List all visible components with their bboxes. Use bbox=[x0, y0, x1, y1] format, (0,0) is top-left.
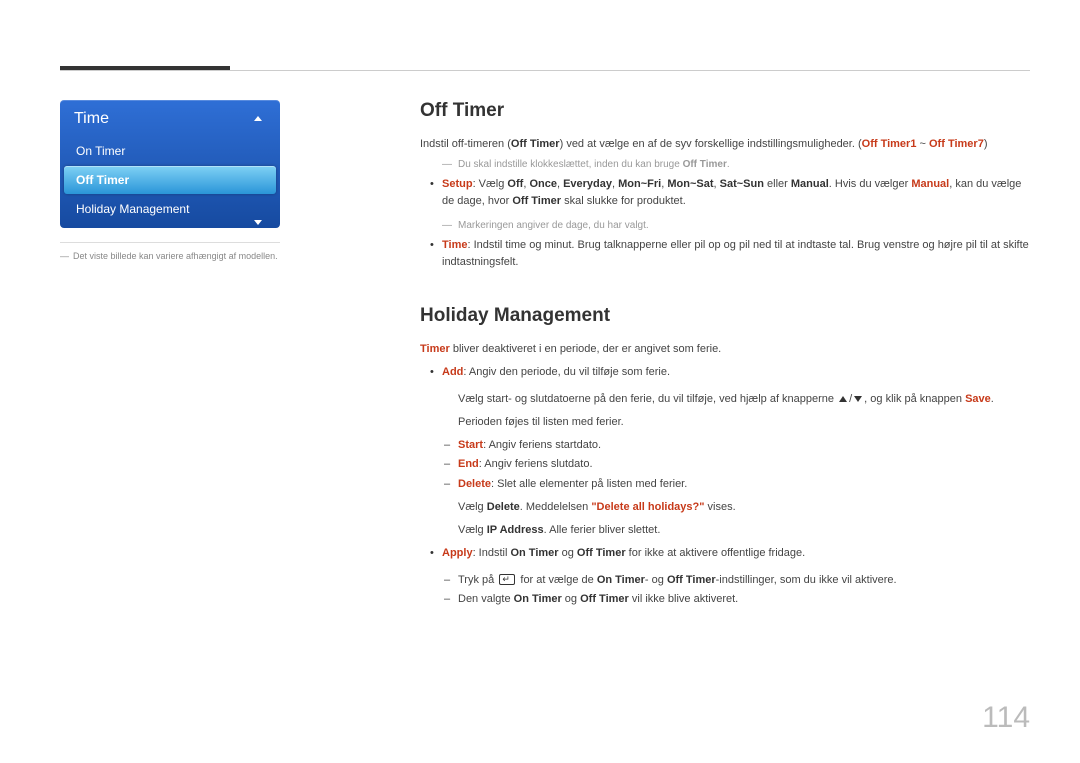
end-dash: End: Angiv feriens slutdato. bbox=[458, 456, 1030, 473]
menu-item-holiday-management[interactable]: Holiday Management bbox=[64, 195, 276, 223]
delete-detail-2: Vælg IP Address. Alle ferier bliver slet… bbox=[420, 522, 1030, 539]
chevron-down-icon[interactable] bbox=[254, 220, 262, 225]
holiday-intro: Timer bliver deaktiveret i en periode, d… bbox=[420, 341, 1030, 358]
add-detail-2: Perioden føjes til listen med ferier. bbox=[420, 414, 1030, 431]
main-content: Off Timer Indstil off-timeren (Off Timer… bbox=[420, 100, 1030, 614]
start-dash: Start: Angiv feriens startdato. bbox=[458, 437, 1030, 454]
menu-title: Time bbox=[64, 104, 276, 136]
triangle-down-icon bbox=[854, 396, 862, 402]
off-timer-clock-note: Du skal indstille klokkeslættet, inden d… bbox=[420, 159, 1030, 170]
delete-detail-1: Vælg Delete. Meddelelsen "Delete all hol… bbox=[420, 499, 1030, 516]
enter-button-icon bbox=[499, 574, 515, 585]
add-bullet: Add: Angiv den periode, du vil tilføje s… bbox=[442, 364, 1030, 381]
heading-off-timer: Off Timer bbox=[420, 100, 1030, 122]
delete-dash: Delete: Slet alle elementer på listen me… bbox=[458, 476, 1030, 493]
menu-item-on-timer[interactable]: On Timer bbox=[64, 137, 276, 165]
menu-item-label: Holiday Management bbox=[76, 202, 189, 216]
chevron-up-icon[interactable] bbox=[254, 116, 262, 121]
menu-item-off-timer[interactable]: Off Timer bbox=[64, 166, 276, 194]
apply-sub2: Den valgte On Timer og Off Timer vil ikk… bbox=[458, 591, 1030, 608]
time-bullet: Time: Indstil time og minut. Brug talkna… bbox=[442, 237, 1030, 271]
page-number: 114 bbox=[982, 701, 1030, 735]
apply-sub1: Tryk på for at vælge de On Timer- og Off… bbox=[458, 572, 1030, 589]
heading-holiday-management: Holiday Management bbox=[420, 305, 1030, 327]
figure-caption: ―Det viste billede kan variere afhængigt… bbox=[60, 251, 390, 261]
menu-title-text: Time bbox=[74, 110, 109, 127]
menu-box: Time On Timer Off Timer Holiday Manageme… bbox=[60, 100, 280, 228]
left-column: Time On Timer Off Timer Holiday Manageme… bbox=[60, 100, 390, 614]
setup-subnote: Markeringen angiver de dage, du har valg… bbox=[420, 220, 1030, 231]
setup-bullet: Setup: Vælg Off, Once, Everyday, Mon~Fri… bbox=[442, 176, 1030, 210]
header-rule bbox=[60, 70, 1030, 71]
triangle-up-icon bbox=[839, 396, 847, 402]
add-detail-1: Vælg start- og slutdatoerne på den ferie… bbox=[420, 391, 1030, 408]
divider bbox=[60, 242, 280, 243]
off-timer-intro: Indstil off-timeren (Off Timer) ved at v… bbox=[420, 136, 1030, 153]
apply-bullet: Apply: Indstil On Timer og Off Timer for… bbox=[442, 545, 1030, 562]
